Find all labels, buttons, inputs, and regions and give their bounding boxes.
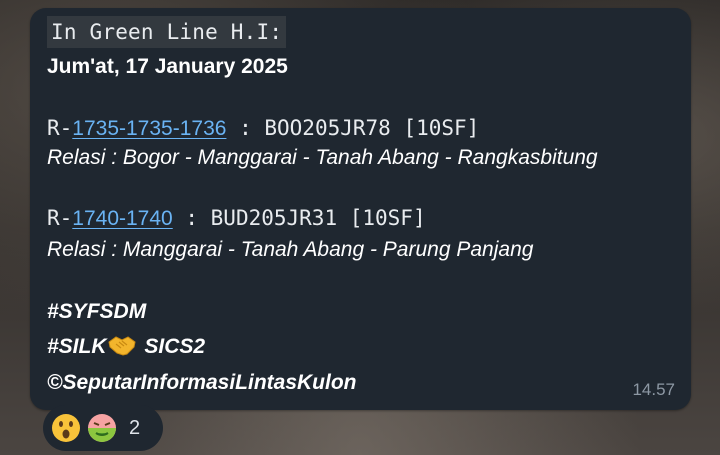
train-route: Relasi : Manggarai - Tanah Abang - Parun… xyxy=(47,238,534,261)
nauseated-face-icon[interactable] xyxy=(87,413,117,443)
train-detail: : BOO205JR78 [10SF] xyxy=(226,116,480,140)
hashtag-silk[interactable]: #SILK xyxy=(47,335,107,358)
message-date: Jum'at, 17 January 2025 xyxy=(47,55,288,78)
train-number-link[interactable]: 1735-1735-1736 xyxy=(72,117,226,140)
message-time: 14.57 xyxy=(632,380,675,399)
message-header: In Green Line H.I: xyxy=(47,16,287,48)
astonished-face-icon[interactable] xyxy=(51,413,81,443)
channel-signature: ©SeputarInformasiLintasKulon xyxy=(47,371,357,394)
reaction-count: 2 xyxy=(129,416,141,439)
train-detail: : BUD205JR31 [10SF] xyxy=(172,206,426,230)
handshake-icon xyxy=(107,333,137,365)
train-prefix: R- xyxy=(47,206,73,230)
train-prefix: R- xyxy=(47,116,73,140)
train-line-2: R-1740-1740 : BUD205JR31 [10SF] xyxy=(47,203,426,234)
train-route: Relasi : Bogor - Manggarai - Tanah Abang… xyxy=(47,146,598,169)
train-line-1: R-1735-1735-1736 : BOO205JR78 [10SF] xyxy=(47,113,479,144)
train-number-link[interactable]: 1740-1740 xyxy=(72,207,172,230)
message-bubble[interactable]: In Green Line H.I: Jum'at, 17 January 20… xyxy=(30,8,691,410)
reactions-bar[interactable]: 2 xyxy=(43,405,163,451)
tag-sics2: SICS2 xyxy=(138,335,206,358)
hashtag-silk-line: #SILK SICS2 xyxy=(47,333,205,365)
hashtag-syfsdm[interactable]: #SYFSDM xyxy=(47,298,146,326)
